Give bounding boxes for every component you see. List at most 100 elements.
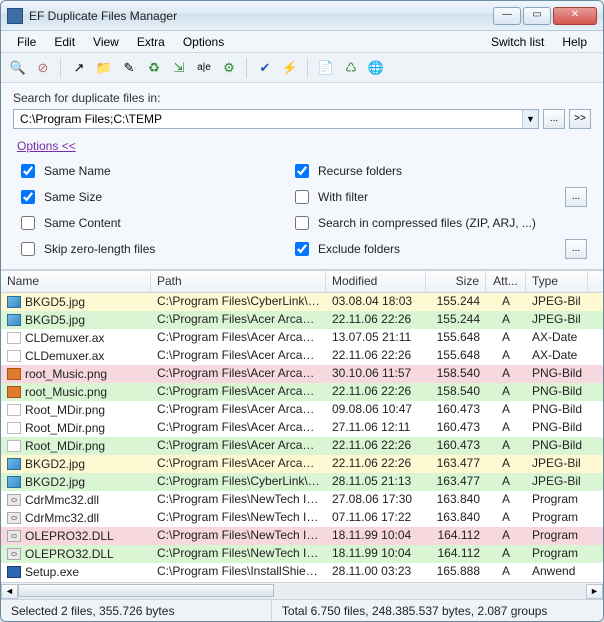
menu-view[interactable]: View [85,33,127,51]
options-toggle[interactable]: Options << [17,139,76,153]
cell-path: C:\Program Files\Acer Arcade ... [151,329,326,347]
window-title: EF Duplicate Files Manager [29,9,493,23]
col-name[interactable]: Name [1,271,151,292]
browse-button[interactable]: ... [543,109,565,129]
chk-with-filter[interactable]: With filter [291,187,557,207]
minimize-button[interactable]: — [493,7,521,25]
chk-recurse[interactable]: Recurse folders [291,161,557,181]
search-label: Search for duplicate files in: [13,91,591,105]
edit-icon[interactable]: ✎ [118,57,140,79]
open-icon[interactable]: ↗ [68,57,90,79]
cell-modified: 22.11.06 22:26 [326,311,426,329]
cell-att: A [486,563,526,581]
menu-file[interactable]: File [9,33,44,51]
path-input[interactable] [14,110,522,128]
table-row[interactable]: root_Music.pngC:\Program Files\Acer Arca… [1,365,603,383]
cell-modified: 22.11.06 22:26 [326,455,426,473]
cell-type: Anwend [526,563,588,581]
cell-path: C:\Program Files\Acer Arcade ... [151,383,326,401]
chk-same-name[interactable]: Same Name [17,161,283,181]
cell-size: 163.477 [426,455,486,473]
file-icon [7,440,21,452]
folder-icon[interactable]: 📁 [93,57,115,79]
stop-icon[interactable]: ⊘ [32,57,54,79]
cell-name: BKGD5.jpg [25,295,85,309]
cell-att: A [486,491,526,509]
file-icon [7,404,21,416]
cell-att: A [486,347,526,365]
bolt-icon[interactable]: ⚡ [279,57,301,79]
close-button[interactable]: ✕ [553,7,597,25]
col-attributes[interactable]: Att... [486,271,526,292]
cell-path: C:\Program Files\NewTech Info... [151,545,326,563]
chk-same-size[interactable]: Same Size [17,187,283,207]
exclude-button[interactable]: ... [565,239,587,259]
col-type[interactable]: Type [526,271,588,292]
go-button[interactable]: >> [569,109,591,129]
cell-modified: 27.08.06 17:30 [326,491,426,509]
table-row[interactable]: root_Music.pngC:\Program Files\Acer Arca… [1,383,603,401]
table-row[interactable]: CLDemuxer.axC:\Program Files\Acer Arcade… [1,347,603,365]
file-icon [7,314,21,326]
scroll-thumb[interactable] [18,584,274,597]
check-icon[interactable]: ✔ [254,57,276,79]
horizontal-scrollbar[interactable]: ◄ ► [1,582,603,599]
rename-icon[interactable]: a|e [193,57,215,79]
menu-edit[interactable]: Edit [46,33,83,51]
col-path[interactable]: Path [151,271,326,292]
cell-size: 163.840 [426,491,486,509]
search-panel: Search for duplicate files in: ▼ ... >> … [1,83,603,270]
cell-size: 163.840 [426,509,486,527]
maximize-button[interactable]: ▭ [523,7,551,25]
table-row[interactable]: BKGD5.jpgC:\Program Files\CyberLink\Po..… [1,293,603,311]
cell-att: A [486,527,526,545]
col-size[interactable]: Size [426,271,486,292]
doc-icon[interactable]: 📄 [315,57,337,79]
menu-options[interactable]: Options [175,33,232,51]
refresh-icon[interactable]: ♻ [143,57,165,79]
title-bar[interactable]: EF Duplicate Files Manager — ▭ ✕ [1,1,603,31]
tool-icon[interactable]: ⚙ [218,57,240,79]
cell-name: OLEPRO32.DLL [25,547,114,561]
table-row[interactable]: OLEPRO32.DLL C:\Program Files\NewTech Inf… [1,545,603,563]
scroll-track[interactable] [18,584,586,599]
table-row[interactable]: BKGD5.jpgC:\Program Files\Acer Arcade ..… [1,311,603,329]
cell-att: A [486,419,526,437]
app-icon [7,8,23,24]
table-row[interactable]: OLEPRO32.DLLC:\Program Files\NewTech Inf… [1,527,603,545]
recycle-icon[interactable]: ♺ [340,57,362,79]
scroll-right-icon[interactable]: ► [586,584,603,599]
cell-path: C:\Program Files\Acer Arcade ... [151,401,326,419]
cell-name: Root_MDir.png [25,403,105,417]
dropdown-icon[interactable]: ▼ [522,110,538,128]
cell-name: CLDemuxer.ax [25,349,104,363]
menu-help[interactable]: Help [554,33,595,51]
table-row[interactable]: BKGD2.jpgC:\Program Files\CyberLink\Po..… [1,473,603,491]
col-modified[interactable]: Modified [326,271,426,292]
table-row[interactable]: Root_MDir.pngC:\Program Files\Acer Arcad… [1,437,603,455]
table-row[interactable]: CdrMmc32.dllC:\Program Files\NewTech Inf… [1,491,603,509]
chk-skip-zero[interactable]: Skip zero-length files [17,239,283,259]
table-row[interactable]: CdrMmc32.dllC:\Program Files\NewTech Inf… [1,509,603,527]
table-row[interactable]: Root_MDir.png C:\Program Files\Acer Arcad… [1,401,603,419]
chk-exclude[interactable]: Exclude folders [291,239,557,259]
filter-button[interactable]: ... [565,187,587,207]
chk-compressed[interactable]: Search in compressed files (ZIP, ARJ, ..… [291,213,557,233]
chk-same-content[interactable]: Same Content [17,213,283,233]
cell-path: C:\Program Files\InstallShield I... [151,563,326,581]
export-icon[interactable]: ⇲ [168,57,190,79]
cell-type: AX-Date [526,329,588,347]
globe-icon[interactable]: 🌐 [365,57,387,79]
cell-att: A [486,311,526,329]
table-row[interactable]: Root_MDir.pngC:\Program Files\Acer Arcad… [1,419,603,437]
cell-att: A [486,293,526,311]
menu-extra[interactable]: Extra [129,33,173,51]
scroll-left-icon[interactable]: ◄ [1,584,18,599]
path-combo[interactable]: ▼ [13,109,539,129]
table-row[interactable]: CLDemuxer.axC:\Program Files\Acer Arcade… [1,329,603,347]
table-row[interactable]: Setup.exeC:\Program Files\InstallShield … [1,563,603,581]
search-icon[interactable]: 🔍 [7,57,29,79]
table-row[interactable]: BKGD2.jpgC:\Program Files\Acer Arcade ..… [1,455,603,473]
list-body[interactable]: BKGD5.jpgC:\Program Files\CyberLink\Po..… [1,293,603,582]
menu-switch-list[interactable]: Switch list [483,33,552,51]
